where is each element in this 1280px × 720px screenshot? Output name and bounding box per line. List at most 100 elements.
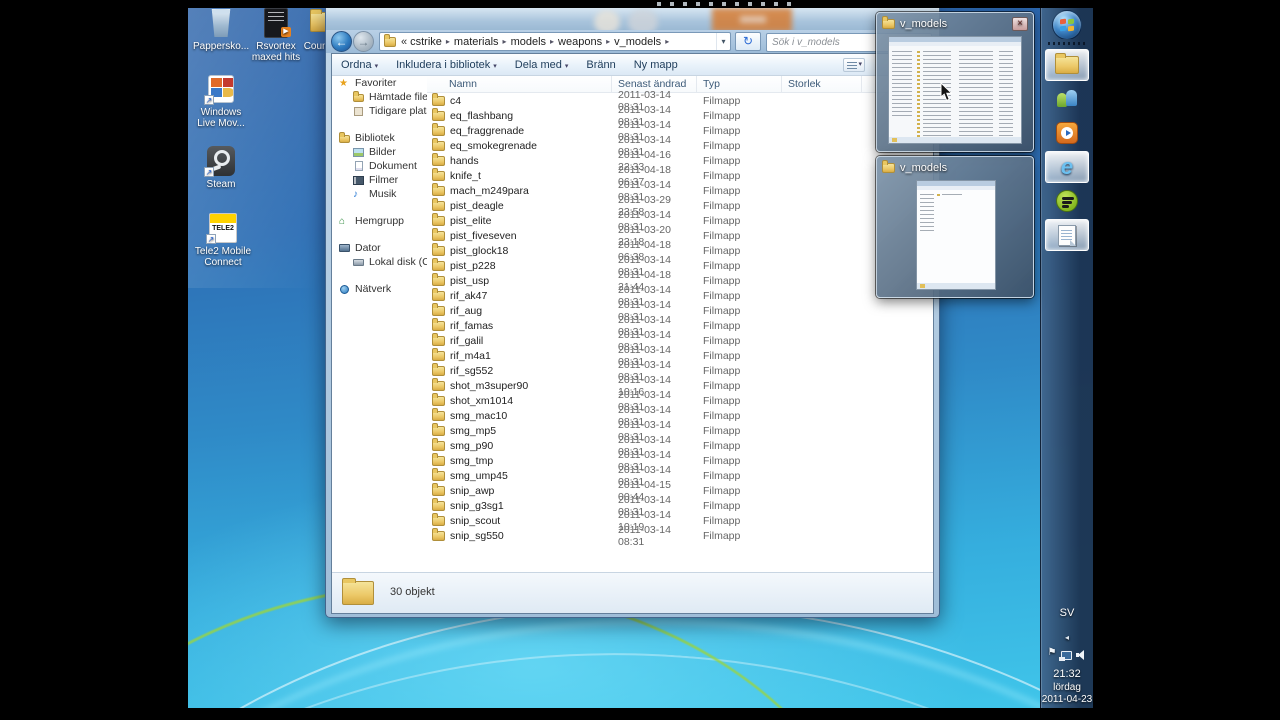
file-name-cell: pist_glock18	[427, 242, 612, 257]
breadcrumb[interactable]: « ▾ cstrike ▸ materials ▸ models ▸ weapons ▸ v_m…	[379, 32, 731, 51]
desktop-icon-tele2[interactable]: TELE2 ↗ Tele2 Mobile Connect	[193, 213, 253, 268]
thumbnail-title: v_models	[900, 17, 948, 30]
action-center-flag-icon[interactable]	[1048, 647, 1057, 660]
homegroup-icon	[339, 216, 351, 227]
decorative-dots	[657, 2, 797, 6]
window-preview[interactable]	[888, 36, 1022, 144]
pictures-icon	[353, 147, 365, 158]
window-preview[interactable]	[916, 180, 996, 290]
toolbar-ny-mapp[interactable]: Ny mapp	[625, 59, 687, 71]
sidebar-item-pictures[interactable]: Bilder	[332, 145, 427, 159]
library-icon	[339, 131, 351, 144]
breadcrumb-separator-icon[interactable]: ▸	[664, 37, 670, 46]
breadcrumb-item[interactable]: v_models	[611, 36, 664, 48]
sidebar-item-label: Favoriter	[355, 77, 397, 89]
video-file-icon: ▶	[260, 8, 292, 38]
toolbar-br-nn[interactable]: Bränn	[577, 59, 624, 71]
file-type: Filmapp	[703, 109, 741, 122]
taskbar-messenger[interactable]	[1045, 83, 1089, 115]
folder-icon	[432, 242, 445, 256]
file-row[interactable]: snip_sg550 2011-03-14 08:31 Filmapp	[427, 524, 933, 548]
file-name: rif_aug	[450, 304, 483, 317]
language-indicator[interactable]: SV	[1041, 607, 1093, 619]
desktop-icon-recycle-bin[interactable]: Pappersko...	[193, 8, 249, 52]
sidebar-item-network[interactable]: Nätverk	[332, 282, 427, 296]
sidebar-item-star[interactable]: Favoriter	[332, 76, 427, 90]
file-type: Filmapp	[703, 229, 741, 242]
breadcrumb-item[interactable]: weapons	[555, 36, 605, 48]
refresh-button[interactable]: ↻	[735, 32, 761, 51]
column-header-size[interactable]: Storlek	[782, 76, 862, 92]
sidebar-item-disk[interactable]: Lokal disk (C:)	[332, 255, 427, 269]
file-type: Filmapp	[703, 514, 741, 527]
clock-date[interactable]: 2011-04-23	[1041, 694, 1093, 706]
breadcrumb-item[interactable]: models	[508, 36, 549, 48]
folder-icon	[882, 159, 895, 173]
desktop-icon-rsvortex[interactable]: ▶ Rsvortex maxed hits	[246, 8, 306, 63]
toolbar-ordna[interactable]: Ordna ▾	[332, 59, 387, 71]
shortcut-arrow-icon: ↗	[204, 167, 214, 177]
show-hidden-icons-chevron[interactable]: ◂	[1041, 633, 1093, 642]
file-type: Filmapp	[703, 469, 741, 482]
sidebar-item-homegroup[interactable]: Hemgrupp	[332, 214, 427, 228]
video-frame: Pappersko... ▶ Rsvortex maxed hits Count…	[0, 0, 1280, 720]
shortcut-arrow-icon: ↗	[206, 234, 216, 244]
taskbar-media-player[interactable]	[1045, 117, 1089, 149]
folder-icon	[432, 362, 445, 376]
window-titlebar[interactable]	[326, 8, 939, 30]
taskbar-thumbnail-1[interactable]: v_models ×	[876, 12, 1034, 152]
desktop-icon-movie-maker[interactable]: ↗ Windows Live Mov...	[193, 74, 249, 129]
forward-button[interactable]: →	[353, 31, 374, 52]
sidebar-item-videos[interactable]: Filmer	[332, 173, 427, 187]
taskbar-notepad[interactable]	[1045, 219, 1089, 251]
taskbar-explorer[interactable]	[1045, 49, 1089, 81]
movie-maker-icon: ↗	[204, 74, 237, 105]
breadcrumb-item[interactable]: cstrike	[407, 36, 445, 48]
file-name-cell: smg_ump45	[427, 467, 612, 482]
network-icon[interactable]	[1058, 650, 1072, 661]
file-type: Filmapp	[703, 529, 741, 542]
toolbar-item-label: Ny mapp	[633, 58, 678, 71]
file-name-cell: pist_p228	[427, 257, 612, 272]
chevron-down-icon: ▾	[493, 62, 497, 70]
desktop-icon-steam[interactable]: ↗ Steam	[193, 146, 249, 190]
address-dropdown-icon[interactable]: ▾	[716, 33, 730, 50]
file-name: smg_mp5	[450, 424, 497, 437]
videos-icon	[353, 175, 365, 186]
sidebar-item-library[interactable]: Bibliotek	[332, 131, 427, 145]
sidebar-item-downloads[interactable]: Hämtade filer	[332, 90, 427, 104]
sidebar-item-recent[interactable]: Tidigare platser	[332, 104, 427, 118]
file-type: Filmapp	[703, 409, 741, 422]
breadcrumb-item[interactable]: materials	[451, 36, 502, 48]
sidebar-item-computer[interactable]: Dator	[332, 241, 427, 255]
clock-day[interactable]: lördag	[1041, 682, 1093, 694]
volume-icon[interactable]	[1075, 650, 1087, 660]
folder-icon	[432, 257, 445, 271]
folder-icon	[432, 392, 445, 406]
column-header-name[interactable]: Namn	[427, 76, 612, 92]
change-view-button[interactable]	[843, 58, 865, 72]
folder-icon	[432, 182, 445, 196]
breadcrumb-overflow[interactable]: «	[399, 36, 407, 48]
sidebar-item-label: Hemgrupp	[355, 215, 405, 227]
taskbar-start[interactable]	[1052, 10, 1082, 40]
sidebar-item-music[interactable]: Musik	[332, 187, 427, 201]
star-icon	[339, 78, 351, 89]
sidebar-item-documents[interactable]: Dokument	[332, 159, 427, 173]
taskbar: e SV ◂ 21:32 lördag 2011-04-23	[1040, 8, 1093, 708]
toolbar-dela-med[interactable]: Dela med ▾	[506, 59, 578, 71]
toolbar-inkludera-i-bibliotek[interactable]: Inkludera i bibliotek ▾	[387, 59, 506, 71]
folder-icon	[432, 167, 445, 181]
clock-time[interactable]: 21:32	[1041, 668, 1093, 680]
folder-icon	[432, 212, 445, 226]
back-button[interactable]: ←	[331, 31, 352, 52]
file-type: Filmapp	[703, 484, 741, 497]
sidebar-item-label: Dokument	[369, 160, 417, 172]
taskbar-spotify[interactable]	[1045, 185, 1089, 217]
taskbar-thumbnail-2[interactable]: v_models	[876, 156, 1034, 298]
notification-area: SV ◂ 21:32 lördag 2011-04-23	[1041, 607, 1093, 706]
file-name-cell: shot_m3super90	[427, 377, 612, 392]
taskbar-internet-explorer[interactable]: e	[1045, 151, 1089, 183]
column-header-type[interactable]: Typ	[697, 76, 782, 92]
close-icon[interactable]: ×	[1012, 16, 1028, 31]
